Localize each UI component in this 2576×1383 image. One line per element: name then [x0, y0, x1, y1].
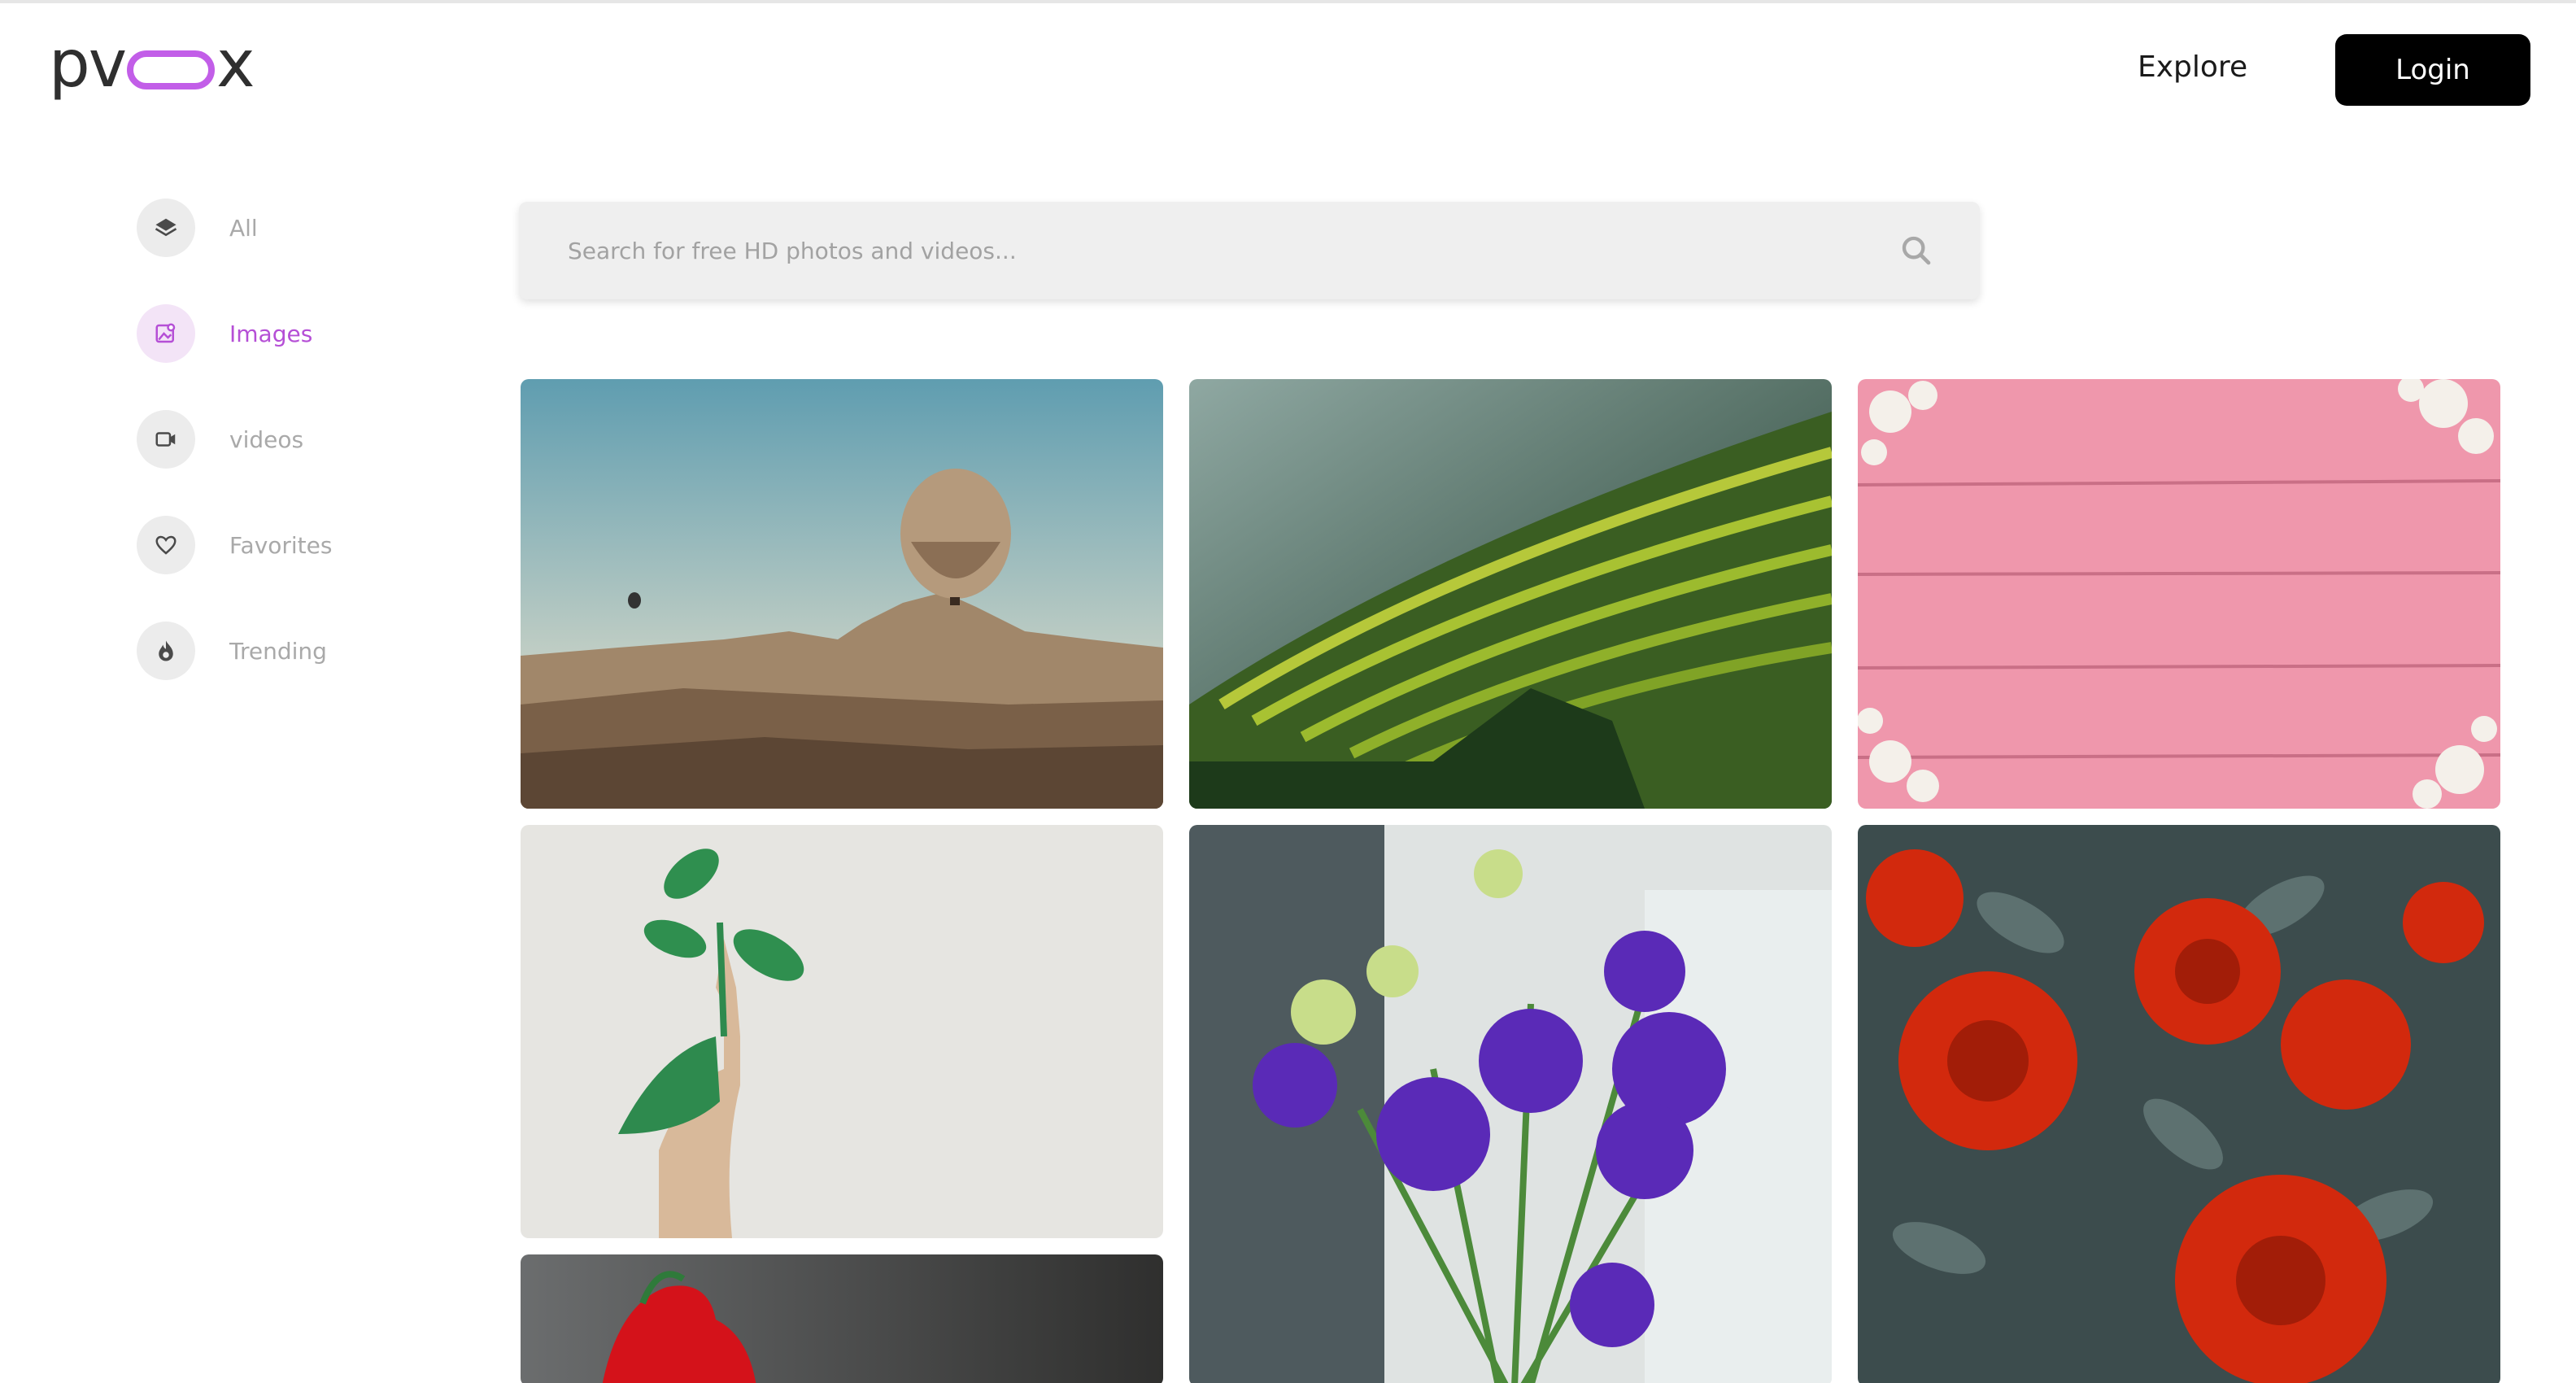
logo-pill-icon [127, 50, 216, 89]
flame-icon [137, 622, 195, 680]
sidebar-item-label: Images [229, 320, 313, 347]
gallery-photo-green-hand[interactable] [521, 825, 1163, 1238]
terraces-photo-art [1189, 379, 1832, 809]
gallery-photo-terraces[interactable] [1189, 379, 1832, 809]
sidebar: All Images videos Favorites Trending [137, 199, 332, 727]
logo-text-right: x [216, 26, 255, 102]
pink-wood-photo-art [1858, 379, 2500, 809]
sidebar-item-videos[interactable]: videos [137, 410, 332, 469]
logo-text-left: pv [49, 26, 127, 102]
gallery-photo-red-roses[interactable] [1858, 825, 2500, 1383]
heart-icon [137, 516, 195, 574]
sidebar-item-favorites[interactable]: Favorites [137, 516, 332, 574]
search-icon[interactable] [1892, 226, 1941, 275]
green-hand-photo-art [521, 825, 1163, 1238]
search-bar [519, 202, 1980, 299]
sidebar-item-label: Favorites [229, 531, 333, 559]
video-icon [137, 410, 195, 469]
red-flower-photo-art [521, 1254, 1163, 1383]
sidebar-item-all[interactable]: All [137, 199, 332, 257]
sidebar-item-images[interactable]: Images [137, 304, 332, 363]
sidebar-item-label: videos [229, 425, 304, 453]
image-icon [137, 304, 195, 363]
layers-icon [137, 199, 195, 257]
gallery-photo-purple-flowers[interactable] [1189, 825, 1832, 1383]
login-button[interactable]: Login [2335, 34, 2530, 106]
purple-flowers-photo-art [1189, 825, 1832, 1383]
gallery-photo-balloons[interactable] [521, 379, 1163, 809]
search-input[interactable] [519, 202, 1892, 299]
red-roses-photo-art [1858, 825, 2500, 1383]
pvox-logo[interactable]: pv x [49, 26, 255, 102]
sidebar-item-label: All [229, 214, 258, 242]
gallery-photo-red-flower[interactable] [521, 1254, 1163, 1383]
explore-link[interactable]: Explore [2138, 50, 2247, 84]
sidebar-item-label: Trending [229, 637, 327, 665]
gallery-photo-pink-wood[interactable] [1858, 379, 2500, 809]
balloons-photo-art [521, 379, 1163, 809]
sidebar-item-trending[interactable]: Trending [137, 622, 332, 680]
